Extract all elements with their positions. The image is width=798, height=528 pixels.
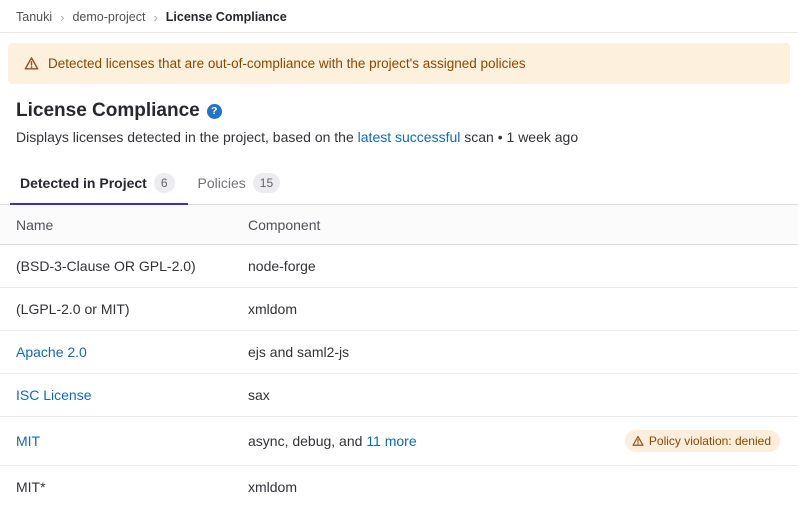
license-component: ejs and saml2-js bbox=[232, 331, 523, 374]
policy-violation-badge: Policy violation: denied bbox=[625, 430, 780, 452]
licenses-table: Name Component (BSD-3-Clause OR GPL-2.0)… bbox=[0, 205, 798, 508]
license-compliance-page: Tanuki › demo-project › License Complian… bbox=[0, 0, 798, 528]
tab-policies[interactable]: Policies 15 bbox=[188, 164, 294, 204]
column-header-name: Name bbox=[0, 205, 232, 245]
license-name-link[interactable]: ISC License bbox=[16, 387, 91, 403]
tab-label: Policies bbox=[198, 175, 246, 191]
breadcrumb-item-project[interactable]: demo-project bbox=[72, 10, 145, 24]
license-name-link[interactable]: Apache 2.0 bbox=[16, 344, 87, 360]
table-row: ISC License sax bbox=[0, 374, 798, 417]
column-header-empty bbox=[523, 205, 798, 245]
breadcrumb: Tanuki › demo-project › License Complian… bbox=[0, 0, 798, 33]
breadcrumb-item-current: License Compliance bbox=[166, 10, 287, 24]
table-row: MIT async, debug, and 11 more Policy vio… bbox=[0, 417, 798, 466]
license-component: node-forge bbox=[232, 245, 523, 288]
column-header-component: Component bbox=[232, 205, 523, 245]
license-name: MIT* bbox=[0, 466, 232, 509]
alert-message: Detected licenses that are out-of-compli… bbox=[48, 56, 526, 71]
policy-violation-label: Policy violation: denied bbox=[649, 435, 771, 447]
tab-detected-in-project[interactable]: Detected in Project 6 bbox=[10, 164, 188, 204]
breadcrumb-item-group[interactable]: Tanuki bbox=[16, 10, 52, 24]
table-row: Apache 2.0 ejs and saml2-js bbox=[0, 331, 798, 374]
license-component: xmldom bbox=[232, 288, 523, 331]
more-components-link[interactable]: 11 more bbox=[366, 433, 416, 449]
page-header: License Compliance ? bbox=[16, 99, 782, 123]
license-name-link[interactable]: MIT bbox=[16, 433, 40, 449]
table-row: (BSD-3-Clause OR GPL-2.0) node-forge bbox=[0, 245, 798, 288]
table-header: Name Component bbox=[0, 205, 798, 245]
chevron-right-icon: › bbox=[153, 11, 157, 24]
table-row: MIT* xmldom bbox=[0, 466, 798, 509]
license-component: sax bbox=[232, 374, 523, 417]
tab-count-badge: 6 bbox=[154, 173, 175, 193]
subtitle-suffix: scan • 1 week ago bbox=[460, 129, 578, 145]
out-of-compliance-alert: Detected licenses that are out-of-compli… bbox=[8, 43, 790, 84]
tab-label: Detected in Project bbox=[20, 175, 147, 191]
chevron-right-icon: › bbox=[60, 11, 64, 24]
subtitle-text: Displays licenses detected in the projec… bbox=[16, 129, 358, 145]
help-icon[interactable]: ? bbox=[207, 104, 222, 119]
warning-triangle-icon bbox=[632, 435, 644, 447]
warning-triangle-icon bbox=[24, 56, 39, 71]
license-component: async, debug, and 11 more bbox=[232, 417, 523, 466]
page-subtitle: Displays licenses detected in the projec… bbox=[16, 128, 782, 147]
tabs-bar: Detected in Project 6 Policies 15 bbox=[0, 164, 798, 205]
license-component: xmldom bbox=[232, 466, 523, 509]
license-name: (LGPL-2.0 or MIT) bbox=[0, 288, 232, 331]
latest-successful-link[interactable]: latest successful bbox=[358, 129, 461, 145]
page-title: License Compliance bbox=[16, 99, 200, 123]
table-row: (LGPL-2.0 or MIT) xmldom bbox=[0, 288, 798, 331]
tab-count-badge: 15 bbox=[253, 173, 280, 193]
license-name: (BSD-3-Clause OR GPL-2.0) bbox=[0, 245, 232, 288]
